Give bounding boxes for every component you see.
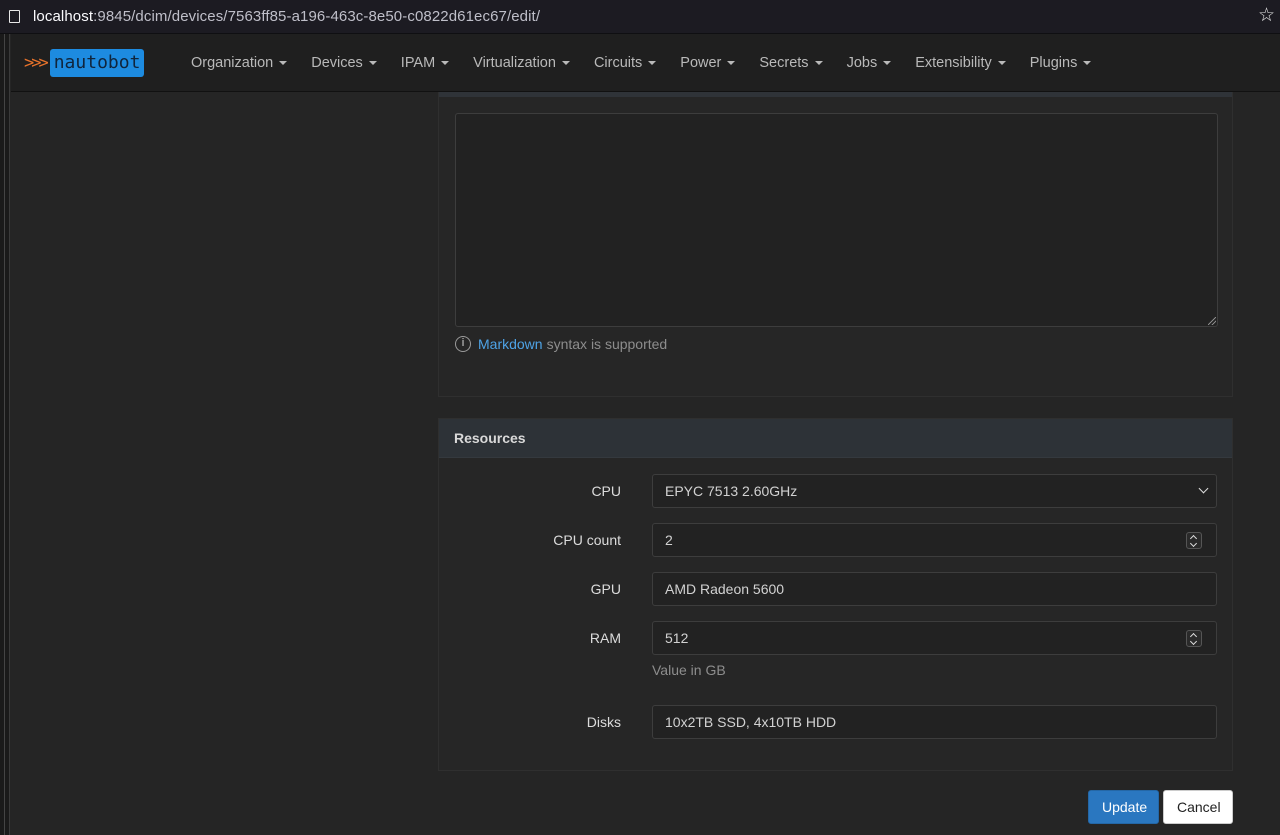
stepper-icon[interactable] — [1186, 630, 1202, 647]
disks-value: 10x2TB SSD, 4x10TB HDD — [665, 714, 837, 730]
url-text[interactable]: localhost:9845/dcim/devices/7563ff85-a19… — [33, 8, 540, 25]
caret-down-icon — [368, 61, 377, 65]
cpu-count-input[interactable]: 2 — [652, 523, 1217, 557]
caret-down-icon — [648, 61, 657, 65]
nav-item-devices[interactable]: Devices — [311, 55, 377, 71]
markdown-link[interactable]: Markdown — [478, 336, 543, 352]
nav-item-label: IPAM — [400, 55, 436, 71]
sidebar-edge — [0, 34, 10, 835]
top-navbar: >>> nautobot Organization Devices IPAM V… — [11, 34, 1280, 92]
resources-heading: Resources — [439, 419, 1232, 458]
nav-item-extensibility[interactable]: Extensibility — [915, 55, 1006, 71]
resources-panel: Resources CPU EPYC 7513 2.60GHz CPU coun… — [438, 418, 1233, 771]
nav-item-power[interactable]: Power — [680, 55, 736, 71]
disks-input[interactable]: 10x2TB SSD, 4x10TB HDD — [652, 705, 1217, 739]
gpu-label: GPU — [590, 581, 621, 597]
nav-item-jobs[interactable]: Jobs — [847, 55, 892, 71]
stepper-icon[interactable] — [1186, 532, 1202, 549]
page-icon — [9, 10, 20, 23]
browser-url-bar[interactable]: localhost:9845/dcim/devices/7563ff85-a19… — [0, 0, 1280, 34]
caret-down-icon — [279, 61, 288, 65]
nav-item-label: Power — [680, 55, 722, 71]
cpu-count-label: CPU count — [553, 532, 621, 548]
cpu-label: CPU — [591, 483, 621, 499]
panel-heading-edge — [439, 92, 1232, 97]
brand-chevrons: >>> — [24, 53, 49, 73]
url-host: localhost — [33, 8, 94, 25]
nav-item-circuits[interactable]: Circuits — [593, 55, 657, 71]
nav-item-ipam[interactable]: IPAM — [400, 55, 450, 71]
ram-label: RAM — [589, 630, 621, 646]
gpu-input[interactable]: AMD Radeon 5600 — [652, 572, 1217, 606]
markdown-help: i Markdown syntax is supported — [455, 336, 667, 352]
nav-item-plugins[interactable]: Plugins — [1030, 55, 1092, 71]
chevron-down-icon — [1198, 483, 1209, 494]
nav-item-label: Jobs — [846, 55, 878, 71]
caret-down-icon — [997, 61, 1006, 65]
nav-item-label: Plugins — [1029, 55, 1078, 71]
help-text: syntax is supported — [546, 336, 668, 352]
caret-down-icon — [561, 61, 570, 65]
brand-name: nautobot — [49, 49, 145, 77]
disks-label: Disks — [586, 714, 621, 730]
cpu-select-value: EPYC 7513 2.60GHz — [665, 483, 798, 499]
nav-item-label: Circuits — [593, 55, 643, 71]
update-button[interactable]: Update — [1088, 790, 1159, 824]
comments-textarea[interactable] — [455, 113, 1218, 327]
caret-down-icon — [814, 61, 823, 65]
nav-item-label: Secrets — [759, 55, 809, 71]
caret-down-icon — [1083, 61, 1092, 65]
info-icon: i — [455, 336, 471, 352]
nav-item-secrets[interactable]: Secrets — [759, 55, 823, 71]
nav-menu: Organization Devices IPAM Virtualization… — [191, 34, 1115, 92]
cpu-count-value: 2 — [665, 532, 673, 548]
caret-down-icon — [441, 61, 450, 65]
nav-item-label: Organization — [191, 55, 274, 71]
nav-item-label: Extensibility — [915, 55, 992, 71]
comments-panel: i Markdown syntax is supported — [438, 92, 1233, 397]
bookmark-star-icon[interactable]: ☆ — [1258, 6, 1275, 26]
nav-item-virtualization[interactable]: Virtualization — [473, 55, 570, 71]
ram-input[interactable]: 512 — [652, 621, 1217, 655]
nav-item-label: Virtualization — [473, 55, 556, 71]
nav-item-label: Devices — [311, 55, 363, 71]
url-path: :9845/dcim/devices/7563ff85-a196-463c-8e… — [93, 8, 541, 25]
nav-item-organization[interactable]: Organization — [191, 55, 288, 71]
cpu-select[interactable]: EPYC 7513 2.60GHz — [652, 474, 1217, 508]
ram-hint: Value in GB — [652, 662, 726, 678]
ram-value: 512 — [665, 630, 689, 646]
gpu-value: AMD Radeon 5600 — [665, 581, 785, 597]
brand-logo[interactable]: >>> nautobot — [24, 49, 145, 77]
caret-down-icon — [883, 61, 892, 65]
cancel-button[interactable]: Cancel — [1163, 790, 1233, 824]
caret-down-icon — [727, 61, 736, 65]
